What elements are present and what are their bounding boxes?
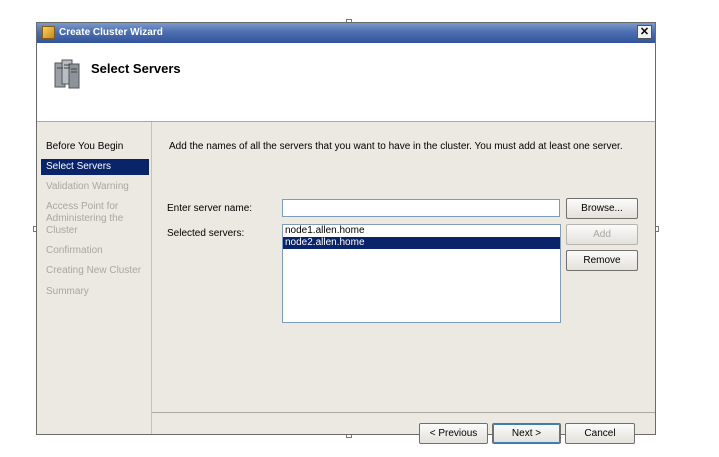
nav-item-confirmation: Confirmation [46, 245, 103, 256]
nav-item-summary: Summary [46, 286, 89, 297]
wizard-steps-nav: Before You Begin Select Servers Validati… [37, 122, 152, 434]
wizard-window: Create Cluster Wizard ✕ Select Servers B… [36, 22, 656, 444]
selected-servers-list[interactable]: node1.allen.home node2.allen.home [282, 224, 561, 323]
nav-item-access-point: Access Point for Administering the Clust… [46, 201, 124, 236]
title-bar[interactable]: Create Cluster Wizard ✕ [37, 23, 655, 43]
nav-item-creating-new-cluster: Creating New Cluster [46, 265, 142, 276]
nav-item-validation-warning: Validation Warning [46, 181, 129, 192]
footer-divider [152, 412, 655, 413]
add-button[interactable]: Add [566, 224, 638, 245]
list-item[interactable]: node1.allen.home [283, 225, 560, 237]
next-button[interactable]: Next > [492, 423, 561, 444]
list-item[interactable]: node2.allen.home [283, 237, 560, 249]
cluster-wizard-icon [42, 26, 55, 39]
page-title: Select Servers [91, 61, 181, 76]
server-name-input[interactable] [282, 199, 560, 217]
server-name-label: Enter server name: [167, 203, 253, 214]
wizard-content: Add the names of all the servers that yo… [152, 122, 655, 444]
servers-icon [54, 59, 80, 89]
browse-button[interactable]: Browse... [566, 198, 638, 219]
instruction-text: Add the names of all the servers that yo… [169, 141, 623, 152]
wizard-header: Select Servers [37, 43, 655, 122]
close-button[interactable]: ✕ [637, 25, 652, 39]
previous-button[interactable]: < Previous [419, 423, 488, 444]
nav-item-before-you-begin[interactable]: Before You Begin [41, 139, 149, 155]
nav-item-select-servers[interactable]: Select Servers [41, 159, 149, 175]
selected-servers-label: Selected servers: [167, 228, 245, 239]
window-title: Create Cluster Wizard [59, 27, 163, 38]
cancel-button[interactable]: Cancel [565, 423, 635, 444]
remove-button[interactable]: Remove [566, 250, 638, 271]
